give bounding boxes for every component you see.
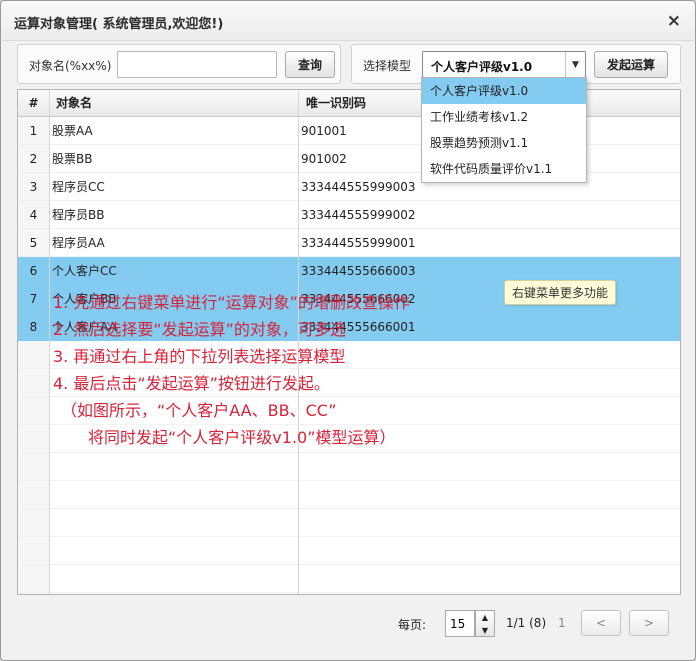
column-divider xyxy=(49,90,50,594)
close-icon[interactable]: × xyxy=(667,11,681,31)
header-object-name[interactable]: 对象名 xyxy=(56,90,92,117)
instruction-line: 1. 先通过右键菜单进行“运算对象”的增删改查操作 xyxy=(53,293,410,312)
model-label: 选择模型 xyxy=(363,59,412,73)
model-select[interactable]: 个人客户评级v1.0 ▼ xyxy=(422,51,586,78)
row-number: 2 xyxy=(29,152,38,166)
query-button[interactable]: 查询 xyxy=(285,51,335,78)
window-title: 运算对象管理( 系统管理员,欢迎您!) xyxy=(14,17,224,32)
empty-row xyxy=(18,565,680,593)
model-select-value: 个人客户评级v1.0 xyxy=(431,60,533,74)
instruction-line: （如图所示，“个人客户AA、BB、CC” xyxy=(61,401,337,420)
empty-row xyxy=(18,481,680,509)
chevron-down-icon[interactable]: ▼ xyxy=(565,52,585,77)
dropdown-option[interactable]: 股票趋势预测v1.1 xyxy=(422,130,586,156)
dropdown-option[interactable]: 工作业绩考核v1.2 xyxy=(422,104,586,130)
title-bar[interactable]: 运算对象管理( 系统管理员,欢迎您!) × xyxy=(1,1,695,41)
current-page: 1 xyxy=(558,616,566,630)
row-number: 8 xyxy=(29,320,38,334)
instruction-line: 3. 再通过右上角的下拉列表选择运算模型 xyxy=(53,347,346,366)
spin-down-icon[interactable]: ▼ xyxy=(476,624,494,636)
object-name-cell: 股票AA xyxy=(52,124,93,138)
row-number: 7 xyxy=(29,292,38,306)
unique-id-cell: 333444555666003 xyxy=(301,264,416,278)
instruction-line: 将同时发起“个人客户评级v1.0”模型运算） xyxy=(88,428,396,447)
instructions-text: 1. 先通过右键菜单进行“运算对象”的增删改查操作 2. 然后选择要“发起运算”… xyxy=(53,289,410,451)
submit-computation-button[interactable]: 发起运算 xyxy=(594,51,668,78)
dropdown-option[interactable]: 软件代码质量评价v1.1 xyxy=(422,156,586,182)
dialog-window: 运算对象管理( 系统管理员,欢迎您!) × 对象名(%xx%) 查询 选择模型 … xyxy=(0,0,696,661)
object-name-cell: 程序员AA xyxy=(52,236,105,250)
unique-id-cell: 901002 xyxy=(301,152,347,166)
object-name-cell: 股票BB xyxy=(52,152,93,166)
per-page-label: 每页: xyxy=(398,618,427,632)
unique-id-cell: 333444555999001 xyxy=(301,236,416,250)
per-page-spinner: ▲ ▼ xyxy=(475,610,495,637)
row-number: 6 xyxy=(29,264,38,278)
model-dropdown-list: 个人客户评级v1.0 工作业绩考核v1.2 股票趋势预测v1.1 软件代码质量评… xyxy=(421,77,587,183)
prev-page-button[interactable]: < xyxy=(581,610,621,636)
context-menu-tooltip: 右键菜单更多功能 xyxy=(504,280,617,305)
object-name-cell: 程序员CC xyxy=(52,180,105,194)
unique-id-cell: 901001 xyxy=(301,124,347,138)
page-info: 1/1 (8) xyxy=(506,616,547,630)
empty-row xyxy=(18,509,680,537)
empty-row xyxy=(18,453,680,481)
object-name-input[interactable] xyxy=(117,51,277,78)
unique-id-cell: 333444555999003 xyxy=(301,180,416,194)
header-num: # xyxy=(28,96,39,110)
header-unique-id[interactable]: 唯一识别码 xyxy=(306,90,366,117)
table-row[interactable]: 5 程序员AA 333444555999001 xyxy=(18,229,680,257)
row-number: 4 xyxy=(29,208,38,222)
per-page-input[interactable] xyxy=(445,610,475,637)
unique-id-cell: 333444555999002 xyxy=(301,208,416,222)
spin-up-icon[interactable]: ▲ xyxy=(476,611,494,623)
row-number: 1 xyxy=(29,124,38,138)
row-number: 3 xyxy=(29,180,38,194)
instruction-line: 4. 最后点击“发起运算”按钮进行发起。 xyxy=(53,374,330,393)
empty-row xyxy=(18,537,680,565)
object-name-cell: 个人客户CC xyxy=(52,264,117,278)
row-number: 5 xyxy=(29,236,38,250)
table-row[interactable]: 4 程序员BB 333444555999002 xyxy=(18,201,680,229)
object-name-cell: 程序员BB xyxy=(52,208,105,222)
next-page-button[interactable]: > xyxy=(629,610,669,636)
search-panel: 对象名(%xx%) 查询 xyxy=(17,44,341,84)
instruction-line: 2. 然后选择要“发起运算”的对象，可多选 xyxy=(53,320,346,339)
object-name-label: 对象名(%xx%) xyxy=(29,59,112,73)
dropdown-option[interactable]: 个人客户评级v1.0 xyxy=(422,78,586,104)
